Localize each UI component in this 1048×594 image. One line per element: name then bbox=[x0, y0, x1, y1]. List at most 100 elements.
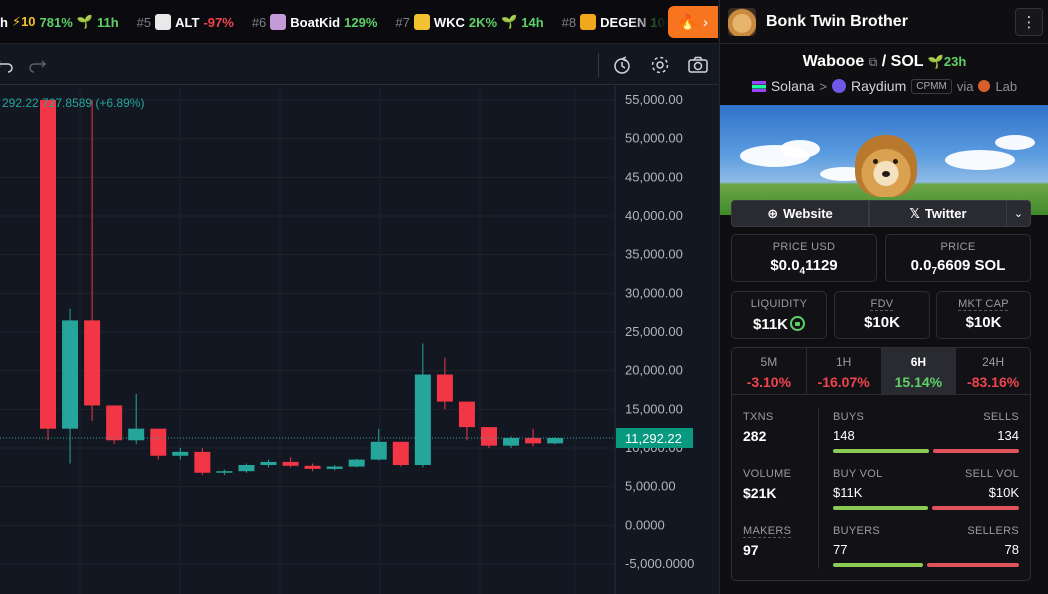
price-usd-prefix: $0.0 bbox=[770, 257, 800, 274]
volume-bar bbox=[833, 506, 1019, 510]
timeframe-label: 1H bbox=[835, 355, 852, 369]
ticker-track: h ⚡10 781% 🌱 11h #5 ALT -97% #6 BoatKid 129% #7 WKC 2… bbox=[0, 0, 690, 43]
candle-body bbox=[392, 441, 409, 466]
pair-title: Wabooe ⧉ / SOL 🌱23h bbox=[720, 53, 1048, 71]
dex-name[interactable]: Raydium bbox=[851, 78, 906, 94]
sells-bar-fill bbox=[932, 449, 1019, 453]
candle-body bbox=[348, 459, 365, 467]
token-logo-icon bbox=[155, 14, 172, 30]
chain-name[interactable]: Solana bbox=[771, 78, 815, 94]
price-chart[interactable]: 55,000.00 50,000.00 45,000.00 40,000.00 35,0… bbox=[0, 86, 718, 594]
y-axis-tick-label: 40,000.00 bbox=[625, 208, 683, 223]
timeframe-change: -83.16% bbox=[967, 374, 1020, 390]
doge-eye bbox=[893, 159, 898, 164]
liquidity-card: LIQUIDITY $11K bbox=[731, 291, 827, 339]
tab-1h[interactable]: 1H -16.07% bbox=[806, 348, 882, 394]
chart-toolbar bbox=[0, 45, 718, 85]
makers-value: 97 bbox=[743, 542, 759, 558]
replay-icon[interactable] bbox=[611, 54, 633, 76]
buyers-sellers-stat: BUYERS SELLERS 77 78 bbox=[833, 525, 1019, 567]
more-menu-button[interactable]: ⋮ bbox=[1015, 8, 1043, 36]
ticker-rank: #6 bbox=[251, 14, 267, 30]
ticker-change: -97% bbox=[203, 14, 234, 30]
ticker-symbol: BoatKid bbox=[290, 14, 341, 30]
ticker-change: 781% bbox=[39, 14, 73, 30]
doge-nose bbox=[882, 171, 890, 177]
camera-icon[interactable] bbox=[687, 54, 709, 76]
launchpad-name[interactable]: Lab bbox=[995, 79, 1017, 94]
candle-body bbox=[326, 466, 343, 469]
ticker-change: 2K% bbox=[468, 14, 498, 30]
candle-body bbox=[260, 461, 277, 466]
candle-body bbox=[547, 438, 564, 444]
chevron-right-icon: > bbox=[819, 78, 828, 94]
sell-vol-value: $10K bbox=[988, 485, 1019, 500]
trending-ticker: h ⚡10 781% 🌱 11h #5 ALT -97% #6 BoatKid 129% #7 WKC 2… bbox=[0, 0, 718, 44]
ticker-item[interactable]: #5 ALT -97% bbox=[137, 14, 234, 30]
candle-body bbox=[436, 374, 453, 402]
redo-icon[interactable] bbox=[26, 54, 48, 76]
fire-icon: 🔥 bbox=[678, 14, 697, 31]
gear-icon[interactable] bbox=[649, 54, 671, 76]
volume-value: $21K bbox=[743, 485, 777, 501]
candle-body bbox=[503, 437, 520, 446]
pair-age: 23h bbox=[943, 54, 967, 69]
panel-header: Bonk Twin Brother ⋮ bbox=[720, 0, 1048, 44]
buyers-bar-fill bbox=[833, 563, 924, 567]
doge-illustration bbox=[855, 135, 917, 197]
liquidity-value: $11K bbox=[752, 316, 789, 333]
sellers-value: 78 bbox=[1004, 542, 1019, 557]
tab-24h[interactable]: 24H -83.16% bbox=[956, 348, 1030, 394]
chain-breadcrumb: Solana > Raydium CPMM via Lab bbox=[720, 78, 1048, 94]
social-links: ⊕ Website 𝕏 Twitter ⌄ bbox=[731, 200, 1031, 227]
timeframe-label: 6H bbox=[910, 355, 927, 369]
buys-bar-fill bbox=[833, 449, 929, 453]
lock-icon[interactable] bbox=[790, 316, 806, 331]
website-label: Website bbox=[783, 206, 833, 221]
solana-icon bbox=[751, 80, 766, 92]
pool-type-badge: CPMM bbox=[911, 78, 952, 94]
seedling-icon: 🌱 bbox=[927, 54, 944, 69]
chevron-right-icon: › bbox=[702, 13, 708, 31]
chevron-down-icon: ⌄ bbox=[1013, 208, 1024, 220]
timeframe-tabs: 5M -3.10% 1H -16.07% 6H 15.14% 24H -83.16% bbox=[731, 347, 1031, 395]
tab-6h[interactable]: 6H 15.14% bbox=[881, 348, 957, 394]
price-usd-digits: 1129 bbox=[805, 257, 838, 274]
candle-body bbox=[481, 427, 497, 446]
twitter-label: Twitter bbox=[924, 206, 967, 221]
tab-5m[interactable]: 5M -3.10% bbox=[732, 348, 807, 394]
trending-button[interactable]: 🔥 › bbox=[668, 6, 718, 38]
mktcap-label[interactable]: MKT CAP bbox=[937, 298, 1030, 310]
base-symbol: Wabooe bbox=[802, 53, 865, 70]
ticker-item[interactable]: #7 WKC 2K% 🌱 14h bbox=[395, 14, 544, 30]
twitter-button[interactable]: 𝕏 Twitter bbox=[869, 200, 1007, 227]
ticker-item[interactable]: h ⚡10 781% 🌱 11h bbox=[0, 14, 119, 30]
stats-divider bbox=[818, 409, 819, 569]
raydium-icon bbox=[832, 79, 847, 93]
buyers-value: 77 bbox=[833, 542, 848, 557]
candlestick-chart[interactable]: 55,000.00 50,000.00 45,000.00 40,000.00 35,0… bbox=[0, 86, 718, 594]
volume-label: VOLUME bbox=[743, 468, 792, 480]
undo-icon[interactable] bbox=[0, 54, 16, 76]
via-label: via bbox=[956, 78, 974, 94]
seedling-icon: 🌱 bbox=[501, 14, 518, 29]
buyers-label: BUYERS bbox=[833, 525, 881, 537]
y-axis-tick-label: 25,000.00 bbox=[625, 324, 683, 339]
ticker-item[interactable]: #6 BoatKid 129% bbox=[251, 14, 377, 30]
ticker-rank: #8 bbox=[561, 14, 577, 30]
y-axis-tick-label: 45,000.00 bbox=[625, 169, 683, 184]
fdv-value: $10K bbox=[864, 314, 900, 331]
price-sol-card: PRICE 0.076609 SOL bbox=[885, 234, 1031, 282]
website-button[interactable]: ⊕ Website bbox=[731, 200, 869, 227]
makers-label[interactable]: MAKERS bbox=[743, 525, 818, 537]
more-links-button[interactable]: ⌄ bbox=[1007, 200, 1031, 227]
ticker-fade bbox=[628, 0, 668, 43]
candle-body bbox=[62, 320, 79, 429]
fdv-label[interactable]: FDV bbox=[835, 298, 929, 310]
copy-icon[interactable]: ⧉ bbox=[869, 55, 878, 69]
candle-body bbox=[414, 374, 431, 466]
buy-sell-volume-stat: BUY VOL SELL VOL $11K $10K bbox=[833, 468, 1019, 510]
ticker-age: 11h bbox=[96, 14, 119, 30]
liquidity-value-row: $11K bbox=[732, 314, 826, 333]
buy-vol-bar-fill bbox=[833, 506, 928, 510]
